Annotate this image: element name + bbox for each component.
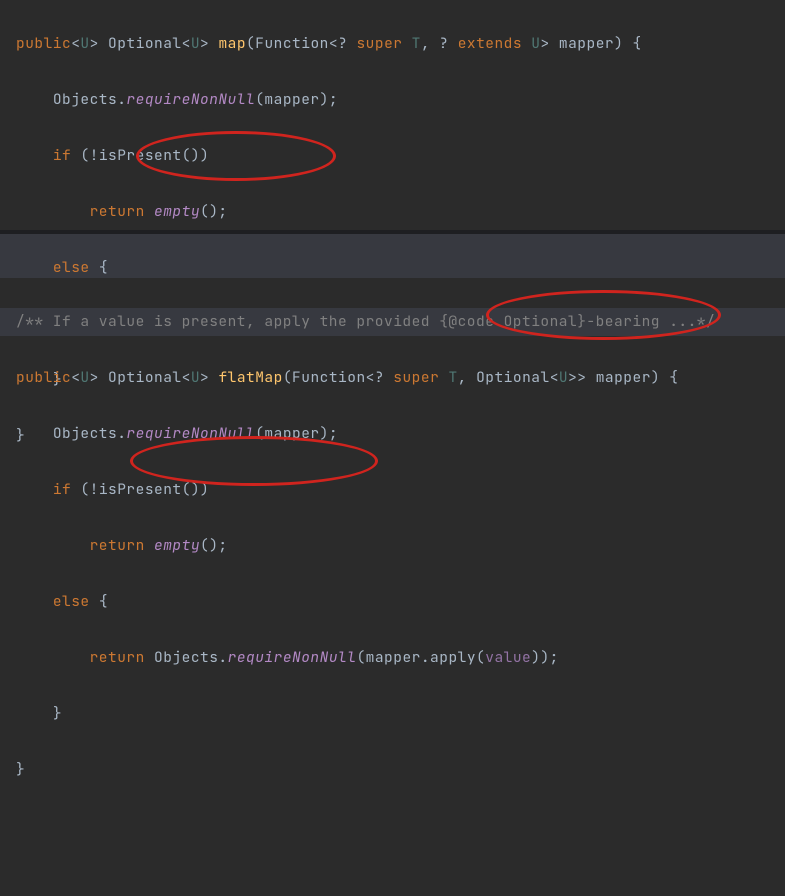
code-line: return empty(); (16, 198, 785, 226)
code-editor-top[interactable]: public<U> Optional<U> map(Function<? sup… (0, 0, 785, 230)
code-line: else { (16, 588, 785, 616)
code-line: Objects.requireNonNull(mapper); (16, 420, 785, 448)
keyword-public: public (16, 34, 71, 53)
code-line: return empty(); (16, 532, 785, 560)
code-line: if (!isPresent()) (16, 142, 785, 170)
code-line: } (16, 756, 785, 784)
code-line: } (16, 700, 785, 728)
code-editor-bottom[interactable]: /** If a value is present, apply the pro… (0, 278, 785, 896)
javadoc-line: /** If a value is present, apply the pro… (0, 308, 785, 336)
method-name-map: map (218, 34, 246, 53)
code-line: Objects.requireNonNull(mapper); (16, 86, 785, 114)
code-line: public<U> Optional<U> map(Function<? sup… (16, 30, 785, 58)
method-name-flatmap: flatMap (218, 368, 282, 387)
code-line: public<U> Optional<U> flatMap(Function<?… (16, 364, 785, 392)
code-line: return Objects.requireNonNull(mapper.app… (16, 644, 785, 672)
code-line: if (!isPresent()) (16, 476, 785, 504)
